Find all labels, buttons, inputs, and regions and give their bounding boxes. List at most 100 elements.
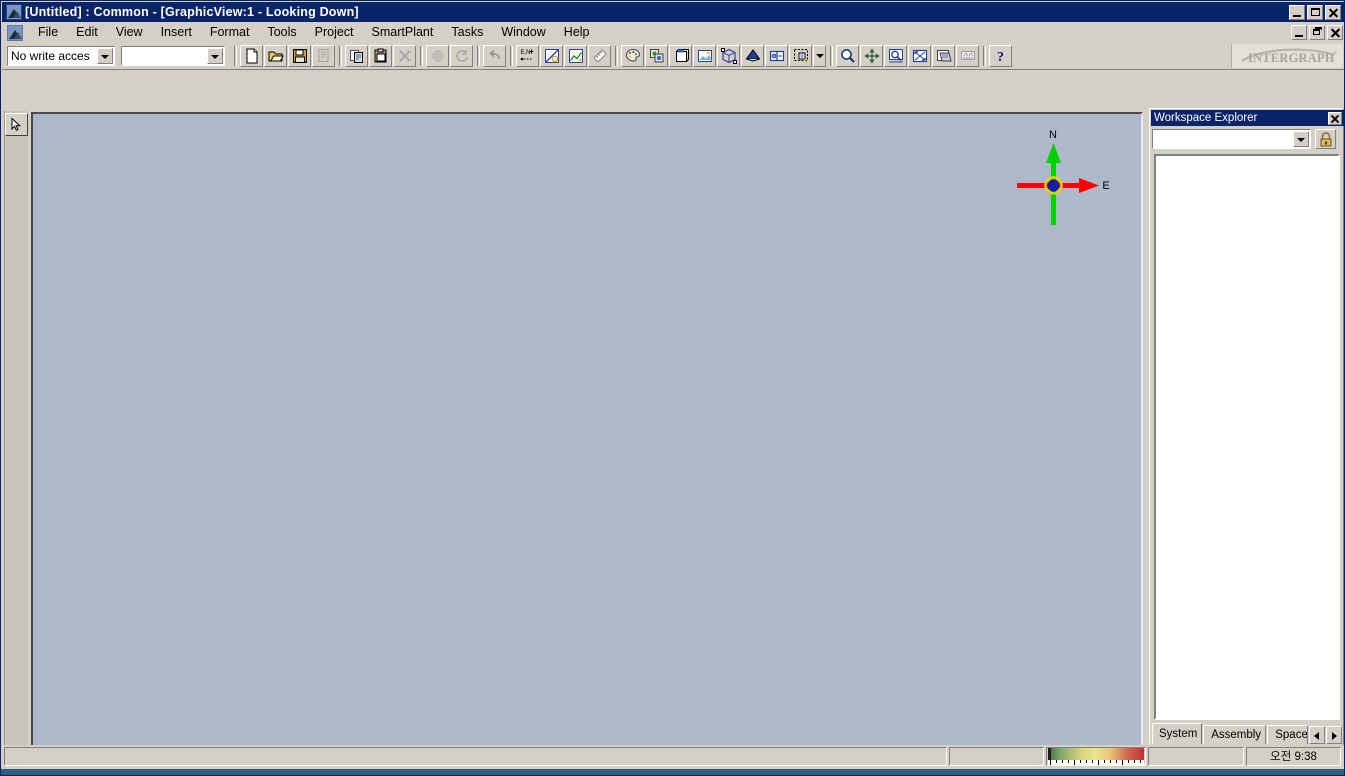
close-button[interactable]: [1325, 4, 1341, 20]
toolbar-separator: [830, 45, 833, 67]
menu-item-view[interactable]: View: [107, 23, 152, 42]
mountain-logo-icon: [6, 4, 22, 20]
performance-gradient-meter: [1046, 746, 1146, 766]
toolbar-separator: [234, 45, 237, 67]
write-access-combo[interactable]: No write acces: [7, 46, 115, 66]
named-views-button[interactable]: [669, 45, 692, 67]
copy-objects-button[interactable]: [645, 45, 668, 67]
status-clock: 오전 9:38: [1246, 746, 1341, 766]
chevron-down-icon[interactable]: [207, 48, 223, 64]
tab-system-label: System: [1159, 728, 1198, 740]
intergraph-brand-logo: INTERGRAPH ®: [1231, 44, 1343, 68]
left-edge-filler: [1, 71, 3, 769]
measure-button[interactable]: [540, 45, 563, 67]
workspace-filter-combo[interactable]: [1152, 129, 1311, 149]
tab-assembly[interactable]: Assembly: [1203, 725, 1267, 744]
rotate-button: [450, 45, 473, 67]
window-title: [Untitled] : Common - [GraphicView:1 - L…: [25, 5, 359, 19]
workspace-explorer-title: Workspace Explorer: [1154, 112, 1258, 124]
menu-item-help[interactable]: Help: [555, 23, 599, 42]
compass-east-label: E: [1102, 180, 1109, 192]
mdi-close-button[interactable]: [1327, 25, 1343, 40]
secondary-combo[interactable]: [121, 46, 225, 66]
meter-ticks: [1048, 759, 1144, 765]
look-at-button: [956, 45, 979, 67]
fit-button[interactable]: [908, 45, 931, 67]
fence-dropdown-chevron-down-icon[interactable]: [813, 45, 826, 67]
surface-style-button: [426, 45, 449, 67]
save-button[interactable]: [288, 45, 311, 67]
tabs-scroll-right-arrow-right-icon[interactable]: [1326, 726, 1342, 744]
workspace-explorer-tree[interactable]: [1154, 154, 1340, 720]
tabs-scroll-left-arrow-left-icon[interactable]: [1309, 726, 1325, 744]
coordinate-button[interactable]: E,N: [516, 45, 539, 67]
select-tool-button[interactable]: [5, 113, 28, 136]
arrow-cursor-icon: [11, 117, 22, 131]
svg-text:®: ®: [1333, 50, 1338, 57]
common-views-button[interactable]: [717, 45, 740, 67]
north-east-compass-icon: N E: [1017, 129, 1110, 225]
copy-button[interactable]: [345, 45, 368, 67]
status-bar: 오전 9:38: [2, 745, 1344, 767]
clip-button[interactable]: [741, 45, 764, 67]
tab-assembly-label: Assembly: [1211, 729, 1262, 741]
lock-icon: [1320, 131, 1331, 146]
undo-button: [483, 45, 506, 67]
paste-button[interactable]: [369, 45, 392, 67]
mdi-minimize-button[interactable]: [1291, 25, 1307, 40]
menu-item-tools[interactable]: Tools: [258, 23, 305, 42]
menu-item-format[interactable]: Format: [201, 23, 259, 42]
workspace-explorer-close-icon[interactable]: [1328, 111, 1342, 125]
svg-text:INTERGRAPH: INTERGRAPH: [1248, 51, 1335, 65]
help-button[interactable]: ?: [989, 45, 1012, 67]
workspace-lock-button[interactable]: [1315, 129, 1336, 149]
svg-text:?: ?: [997, 50, 1004, 64]
left-tool-palette: [2, 71, 30, 775]
toolbar-separator: [615, 45, 618, 67]
graphic-view-inner: N E: [33, 114, 1141, 746]
graphic-view-canvas[interactable]: N E: [31, 112, 1143, 748]
delete-button: [393, 45, 416, 67]
tab-space[interactable]: Space: [1267, 725, 1308, 744]
svg-text:E,N: E,N: [520, 50, 530, 56]
toolbar-separator: [510, 45, 513, 67]
chevron-down-icon[interactable]: [97, 48, 113, 64]
graph-button[interactable]: [564, 45, 587, 67]
menu-bar: File Edit View Insert Format Tools Proje…: [2, 22, 1344, 43]
palette-button[interactable]: [621, 45, 644, 67]
title-bar: [Untitled] : Common - [GraphicView:1 - L…: [2, 2, 1344, 22]
status-panel-b: [1148, 746, 1244, 766]
zoom-area-button[interactable]: [884, 45, 907, 67]
menu-item-window[interactable]: Window: [492, 23, 554, 42]
mdi-child-icon[interactable]: [7, 24, 23, 41]
menu-item-edit[interactable]: Edit: [67, 23, 107, 42]
tab-system[interactable]: System: [1152, 723, 1203, 744]
view-image-button[interactable]: [693, 45, 716, 67]
maximize-button[interactable]: [1307, 4, 1323, 20]
window-controls-mdi: [1291, 25, 1343, 40]
open-button[interactable]: [264, 45, 287, 67]
new-button[interactable]: [240, 45, 263, 67]
status-message: [4, 746, 947, 766]
workspace-explorer-title-bar: Workspace Explorer: [1151, 110, 1344, 126]
menu-item-smartplant[interactable]: SmartPlant: [363, 23, 443, 42]
ruler-button[interactable]: [588, 45, 611, 67]
fence-select-button[interactable]: [789, 45, 812, 67]
render-button[interactable]: [932, 45, 955, 67]
workspace-explorer-tabs: System Assembly Space: [1152, 722, 1343, 744]
bottom-edge: [1, 767, 1344, 775]
toolbar-separator: [339, 45, 342, 67]
workspace-explorer-panel: Workspace Explorer System Assembly Space: [1149, 108, 1344, 750]
menu-item-insert[interactable]: Insert: [152, 23, 201, 42]
menu-item-tasks[interactable]: Tasks: [442, 23, 492, 42]
chevron-down-icon[interactable]: [1293, 131, 1309, 147]
status-panel-a: [949, 746, 1044, 766]
refresh-button: [312, 45, 335, 67]
view-style-button[interactable]: [765, 45, 788, 67]
menu-item-project[interactable]: Project: [306, 23, 363, 42]
mdi-restore-button[interactable]: [1309, 25, 1325, 40]
menu-item-file[interactable]: File: [29, 23, 67, 42]
minimize-button[interactable]: [1289, 4, 1305, 20]
pan-button[interactable]: [860, 45, 883, 67]
zoom-button[interactable]: [836, 45, 859, 67]
